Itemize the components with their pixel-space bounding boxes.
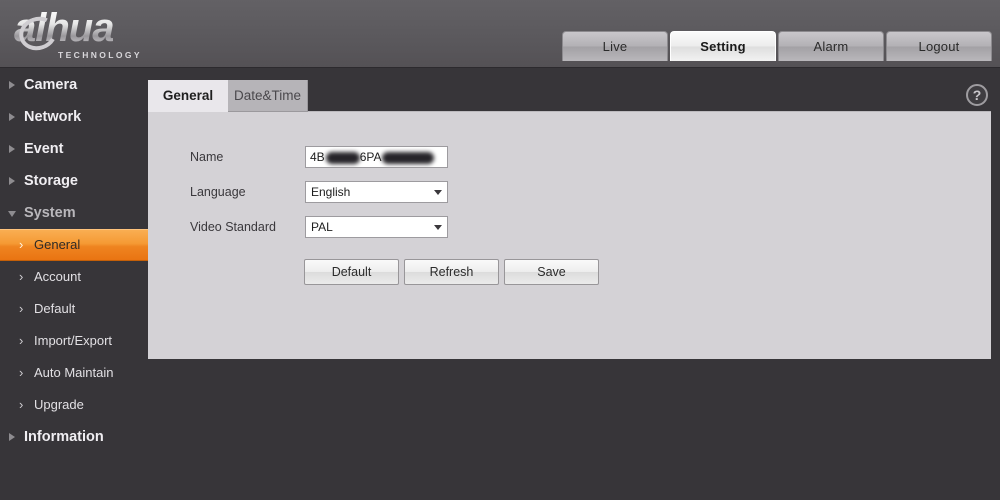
chevron-right-icon: › [19,301,24,316]
nav-button-live[interactable]: Live [562,31,668,61]
sidebar-item-network[interactable]: Network [0,101,148,133]
form-row-video-standard: Video Standard PAL [190,216,448,238]
tab-date-time[interactable]: Date&Time [228,80,308,112]
chevron-right-icon: › [19,397,24,412]
chevron-right-icon [9,81,15,89]
sidebar-item-label: Network [24,109,82,125]
language-value: English [311,185,351,199]
name-value-middle: 6PA [359,150,382,164]
chevron-down-icon[interactable] [429,217,447,237]
chevron-right-icon [9,145,15,153]
sidebar-item-general[interactable]: › General [0,229,148,261]
general-settings-form: Name 4B 6PA Language English Video Standa… [148,112,991,359]
chevron-right-icon: › [19,237,24,252]
tab-general[interactable]: General [148,80,228,112]
sidebar-item-event[interactable]: Event [0,133,148,165]
sidebar-item-import-export[interactable]: › Import/Export [0,325,148,357]
content-tabstrip: General Date&Time [148,80,991,112]
video-standard-value: PAL [311,220,333,234]
video-standard-select[interactable]: PAL [305,216,448,238]
help-icon[interactable]: ? [966,84,988,106]
name-value-redaction-2 [382,151,435,164]
sidebar-item-account[interactable]: › Account [0,261,148,293]
form-button-row: Default Refresh Save [304,259,599,285]
nav-button-setting[interactable]: Setting [670,31,776,61]
sidebar-navigation: Camera Network Event Storage System › Ge… [0,69,148,500]
language-select[interactable]: English [305,181,448,203]
sidebar-item-label: Information [24,429,104,445]
sidebar-item-camera[interactable]: Camera [0,69,148,101]
chevron-down-icon [8,211,16,217]
sidebar-item-label: General [34,237,81,252]
sidebar-item-label: Event [24,141,64,157]
sidebar-item-auto-maintain[interactable]: › Auto Maintain [0,357,148,389]
language-label: Language [190,185,246,199]
sidebar-item-information[interactable]: Information [0,421,148,453]
default-button[interactable]: Default [304,259,399,285]
sidebar-item-storage[interactable]: Storage [0,165,148,197]
sidebar-item-label: Upgrade [34,397,84,412]
nav-button-logout[interactable]: Logout [886,31,992,61]
refresh-button[interactable]: Refresh [404,259,499,285]
chevron-down-icon[interactable] [429,182,447,202]
nav-button-alarm[interactable]: Alarm [778,31,884,61]
sidebar-item-upgrade[interactable]: › Upgrade [0,389,148,421]
chevron-right-icon: › [19,333,24,348]
name-label: Name [190,150,224,164]
sidebar-item-label: Camera [24,77,78,93]
chevron-right-icon [9,177,15,185]
name-value-redaction-1 [325,151,360,164]
sidebar-item-label: Storage [24,173,78,189]
sidebar-item-label: Auto Maintain [34,365,114,380]
name-value-prefix: 4B [310,150,325,164]
app-header: alhua TECHNOLOGY Live Setting Alarm Logo… [0,0,1000,68]
sidebar-item-label: Account [34,269,81,284]
chevron-right-icon [9,113,15,121]
chevron-right-icon: › [19,269,24,284]
chevron-right-icon: › [19,365,24,380]
save-button[interactable]: Save [504,259,599,285]
top-navigation: Live Setting Alarm Logout [562,31,992,61]
name-input[interactable]: 4B 6PA [305,146,448,168]
form-row-name: Name 4B 6PA [190,146,448,168]
sidebar-item-label: System [24,205,76,221]
sidebar-item-system[interactable]: System [0,197,148,229]
brand-logo: alhua TECHNOLOGY [14,8,244,60]
sidebar-item-label: Import/Export [34,333,113,348]
sidebar-item-label: Default [34,301,76,316]
tabstrip-filler [308,80,991,112]
video-standard-label: Video Standard [190,220,276,234]
sidebar-item-default[interactable]: › Default [0,293,148,325]
chevron-right-icon [9,433,15,441]
form-row-language: Language English [190,181,448,203]
brand-tagline: TECHNOLOGY [58,50,142,60]
